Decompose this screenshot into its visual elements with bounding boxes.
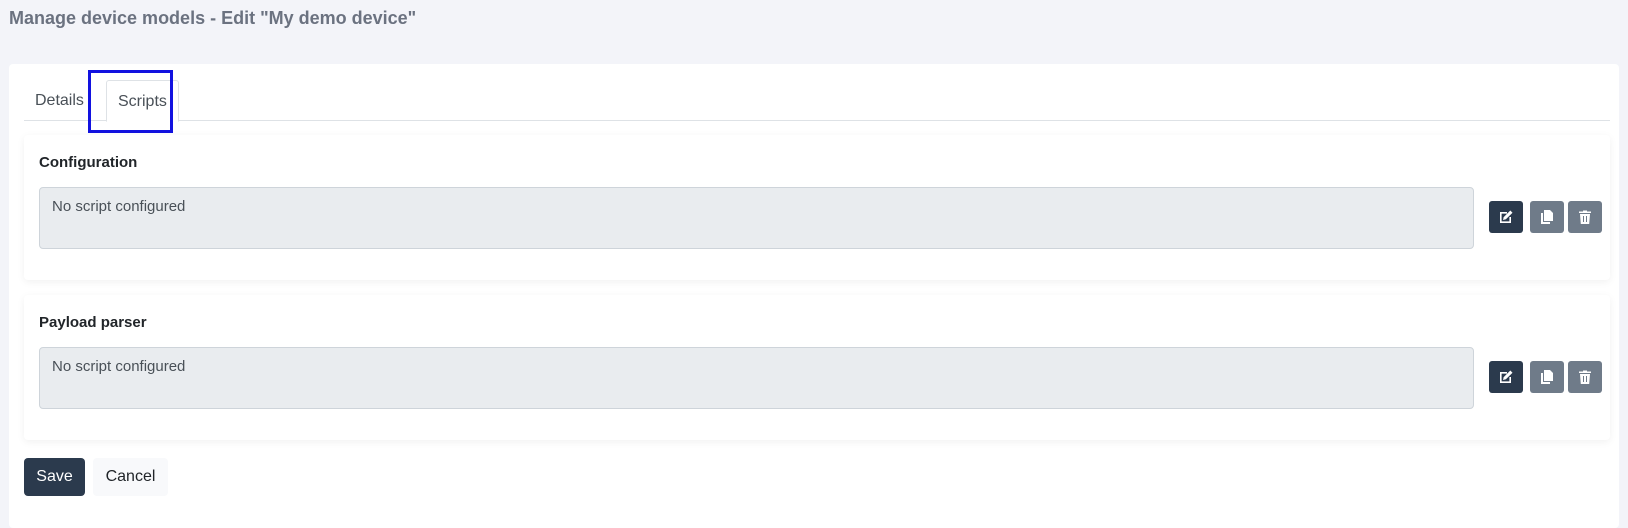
tab-bar: Details Scripts <box>24 64 1610 122</box>
edit-icon <box>1500 210 1513 223</box>
cancel-button[interactable]: Cancel <box>93 458 168 496</box>
edit-icon <box>1500 370 1513 383</box>
payload-parser-edit-button[interactable] <box>1489 361 1523 393</box>
payload-parser-delete-button[interactable] <box>1568 361 1602 393</box>
configuration-panel: Configuration No script configured <box>24 135 1610 280</box>
tab-scripts[interactable]: Scripts <box>106 80 179 122</box>
configuration-title: Configuration <box>39 154 138 171</box>
copy-icon <box>1541 370 1553 384</box>
trash-icon <box>1579 370 1591 384</box>
payload-parser-copy-button[interactable] <box>1530 361 1564 393</box>
configuration-copy-button[interactable] <box>1530 201 1564 233</box>
copy-icon <box>1541 210 1553 224</box>
configuration-delete-button[interactable] <box>1568 201 1602 233</box>
main-card: Details Scripts Configuration No script … <box>9 64 1619 528</box>
payload-parser-panel: Payload parser No script configured <box>24 295 1610 440</box>
save-button[interactable]: Save <box>24 458 85 496</box>
payload-parser-script-box: No script configured <box>39 347 1474 409</box>
payload-parser-title: Payload parser <box>39 314 147 331</box>
tab-details[interactable]: Details <box>24 80 95 121</box>
configuration-edit-button[interactable] <box>1489 201 1523 233</box>
page-title: Manage device models - Edit "My demo dev… <box>9 8 417 28</box>
trash-icon <box>1579 210 1591 224</box>
configuration-script-box: No script configured <box>39 187 1474 249</box>
